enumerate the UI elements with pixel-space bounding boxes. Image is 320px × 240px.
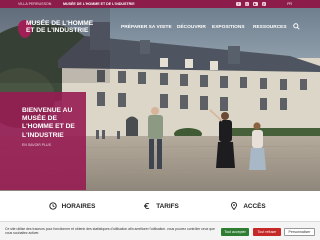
cookie-text: Ce site utilise des traceurs pour foncti… bbox=[5, 226, 215, 235]
youtube-icon[interactable]: ▶ bbox=[253, 1, 258, 6]
clock-icon bbox=[48, 202, 57, 210]
nav-item-expositions[interactable]: EXPOSITIONS bbox=[212, 25, 245, 30]
card-horaires-label: HORAIRES bbox=[61, 202, 96, 210]
breadcrumb-current[interactable]: MUSÉE DE L'HOMME ET DE L'INDUSTRIE bbox=[63, 2, 135, 6]
cookie-banner: Ce site utilise des traceurs pour foncti… bbox=[0, 221, 320, 240]
pinterest-icon[interactable]: p bbox=[261, 1, 266, 6]
card-horaires[interactable]: HORAIRES bbox=[29, 191, 115, 221]
accept-all-button[interactable]: Tout accepter bbox=[221, 228, 249, 236]
info-cards: HORAIRES TARIFS ACCÈS bbox=[0, 191, 320, 221]
breadcrumb-site-link[interactable]: VILLA PERRUSSON bbox=[18, 2, 51, 6]
top-bar: VILLA PERRUSSON MUSÉE DE L'HOMME ET DE L… bbox=[0, 0, 320, 8]
nav-item-ressources[interactable]: RESSOURCES bbox=[253, 25, 287, 30]
language-switch[interactable]: FR bbox=[287, 2, 292, 6]
hero-title: BIENVENUE AU MUSÉE DE L'HOMME ET DE L'IN… bbox=[22, 107, 75, 139]
card-tarifs-label: TARIFS bbox=[156, 202, 179, 210]
search-icon[interactable] bbox=[293, 23, 300, 30]
card-acces-label: ACCÈS bbox=[243, 202, 266, 210]
instagram-icon[interactable]: ◎ bbox=[244, 1, 249, 6]
hero-more-link[interactable]: EN SAVOIR PLUS bbox=[22, 143, 86, 147]
card-tarifs[interactable]: TARIFS bbox=[118, 191, 204, 221]
social-links: f ◎ ▶ p bbox=[236, 1, 266, 6]
refuse-all-button[interactable]: Tout refuser bbox=[253, 228, 281, 236]
customize-button[interactable]: Personnaliser bbox=[284, 228, 315, 236]
nav-item-decouvrir[interactable]: DÉCOUVRIR bbox=[177, 25, 206, 30]
map-pin-icon bbox=[231, 202, 238, 210]
nav-item-preparer-sa-visite[interactable]: PRÉPARER SA VISITE bbox=[121, 25, 172, 30]
euro-icon bbox=[144, 202, 150, 210]
hero-banner: MUSÉE DE L'HOMME ET DE L'INDUSTRIE PRÉPA… bbox=[0, 8, 320, 191]
hero-caption-box: BIENVENUE AU MUSÉE DE L'HOMME ET DE L'IN… bbox=[0, 92, 86, 190]
facebook-icon[interactable]: f bbox=[236, 1, 241, 6]
site-logo-title[interactable]: MUSÉE DE L'HOMME ET DE L'INDUSTRIE bbox=[26, 20, 98, 35]
card-acces[interactable]: ACCÈS bbox=[205, 191, 291, 221]
